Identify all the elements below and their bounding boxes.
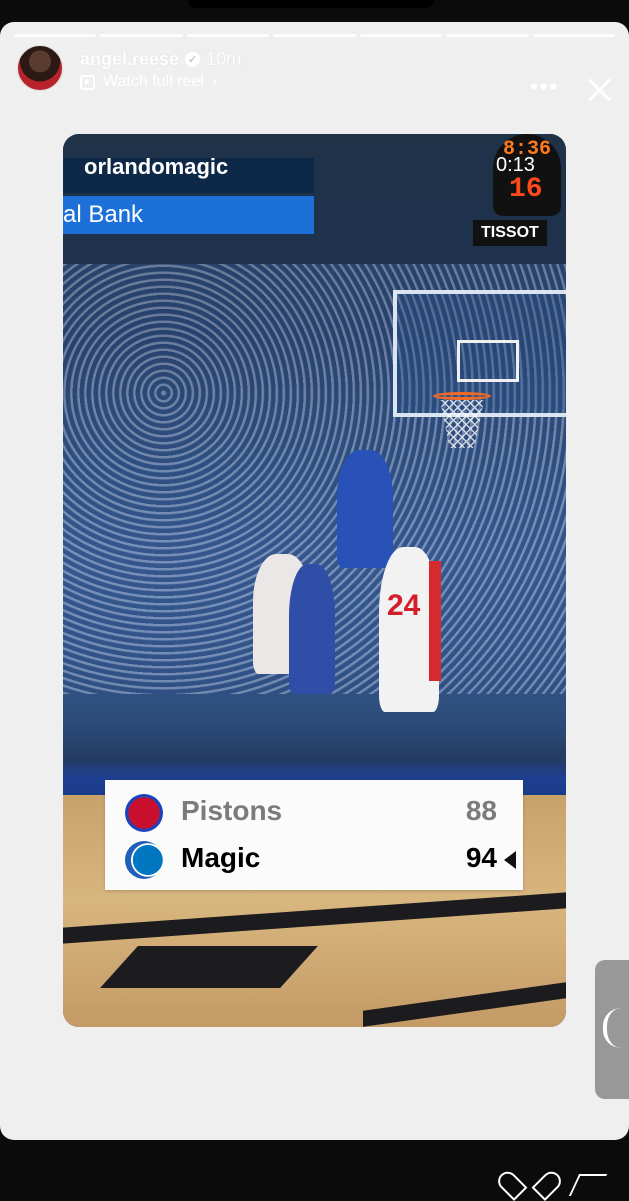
chevron-left-icon [603, 1008, 621, 1048]
username[interactable]: angel.reese [80, 49, 179, 70]
court-line [100, 946, 318, 988]
progress-segment [100, 34, 183, 37]
court-line [363, 981, 566, 1027]
team-name: Magic [181, 842, 261, 873]
court-line [63, 892, 566, 944]
scoreboard: Pistons 88 Magic 94 [105, 780, 523, 890]
reel-timestamp: 0:13 [496, 154, 535, 176]
send-icon[interactable] [568, 1174, 608, 1196]
shot-clock-count: 16 [509, 174, 543, 205]
reel-preview[interactable]: al Bank 8:36 16 TISSOT 24 orlandomagic 0… [63, 134, 566, 1027]
progress-segment [532, 34, 615, 37]
arena-banner: al Bank [63, 196, 314, 234]
magic-logo-icon [125, 841, 163, 879]
pistons-logo-icon [125, 794, 163, 832]
possession-arrow-icon [504, 851, 516, 869]
reel-handle[interactable]: orlandomagic [84, 154, 228, 180]
magic-player-dunking [337, 450, 393, 568]
avatar[interactable] [17, 45, 63, 91]
close-icon[interactable] [583, 74, 615, 106]
team-name: Pistons [181, 795, 283, 826]
progress-segment [359, 34, 443, 37]
basketball-rim [433, 392, 491, 400]
jersey-number: 24 [387, 589, 421, 622]
story-footer [0, 1140, 629, 1200]
sponsor-logo: TISSOT [473, 220, 547, 246]
scoreboard-row-magic: Magic 94 [105, 835, 523, 883]
device-notch [188, 0, 434, 8]
verified-icon: ✓ [185, 52, 201, 67]
reel-icon [80, 74, 95, 90]
story-header[interactable]: angel.reese ✓ 10m [80, 49, 241, 70]
progress-segment [446, 34, 529, 37]
story-card: angel.reese ✓ 10m Watch full reel › ••• … [0, 22, 629, 1140]
watch-reel-label: Watch full reel [103, 73, 204, 90]
team-score: 88 [465, 795, 497, 826]
story-progress [14, 34, 615, 37]
magic-player-left [289, 564, 335, 694]
side-panel-handle[interactable] [595, 960, 629, 1099]
scoreboard-row-pistons: Pistons 88 [105, 788, 523, 836]
heart-icon[interactable] [512, 1173, 540, 1197]
progress-segment [273, 34, 356, 37]
backboard-square [457, 340, 519, 382]
progress-segment [14, 34, 97, 37]
team-score: 94 [465, 842, 497, 873]
watch-full-reel-link[interactable]: Watch full reel › [80, 73, 217, 91]
more-options-icon[interactable]: ••• [530, 76, 559, 98]
story-time: 10m [206, 49, 242, 69]
chevron-right-icon: › [211, 73, 218, 90]
jersey-stripe [429, 561, 441, 681]
progress-segment [186, 34, 270, 37]
